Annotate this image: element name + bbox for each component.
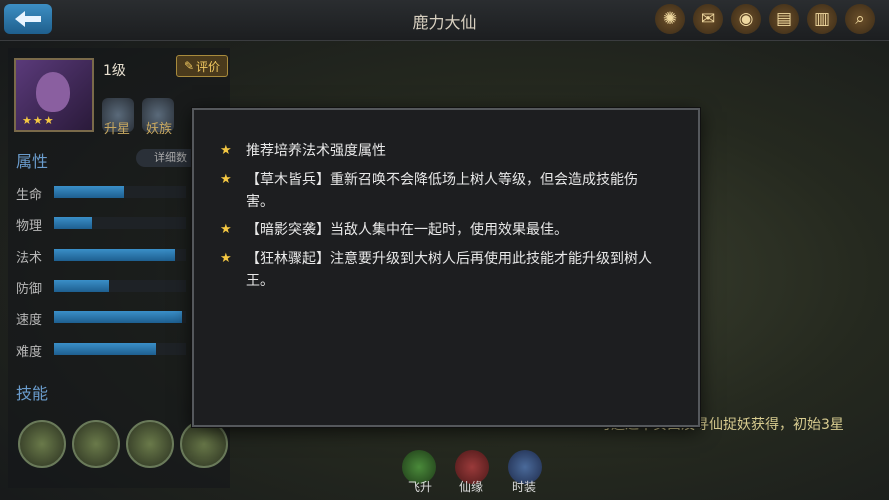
attr-fill	[54, 186, 124, 198]
attr-bar-defense	[54, 280, 186, 292]
star-icon: ★	[220, 143, 232, 158]
skill-1-icon[interactable]	[18, 420, 66, 468]
top-icons: ✺ ✉ ◉ ▤ ▥ ⌕	[655, 4, 875, 34]
immortal-label: 仙缘	[459, 480, 484, 494]
attr-fill	[54, 343, 156, 355]
attr-fill	[54, 280, 110, 292]
search-icon[interactable]: ⌕	[845, 4, 875, 34]
document-icon[interactable]: ▤	[769, 4, 799, 34]
attr-label-magic: 法术	[16, 251, 43, 266]
race-label: 妖族	[146, 122, 173, 137]
star-icon: ★	[220, 251, 232, 266]
skill-3-icon[interactable]	[126, 420, 174, 468]
tip-text: 【狂林骤起】注意要升级到大树人后再使用此技能才能升级到树人王。	[246, 251, 652, 289]
top-bar: 鹿力大仙 ✺ ✉ ◉ ▤ ▥ ⌕	[0, 0, 889, 41]
attr-label-physical: 物理	[16, 219, 43, 234]
attr-fill	[54, 217, 93, 229]
edit-icon: ✎	[183, 59, 195, 73]
star-up-label: 升星	[104, 122, 131, 137]
tip-text: 【暗影突袭】当敌人集中在一起时，使用效果最佳。	[246, 222, 568, 238]
attr-label-speed: 速度	[16, 313, 43, 328]
book-icon[interactable]: ▥	[807, 4, 837, 34]
hero-level: 1级	[103, 63, 126, 79]
hero-face-image	[36, 72, 70, 112]
tip-item: ★ 【狂林骤起】注意要升级到大树人后再使用此技能才能升级到树人王。	[220, 248, 664, 292]
attributes-title: 属性	[16, 152, 49, 171]
tip-item: ★ 推荐培养法术强度属性	[220, 140, 664, 162]
scroll-icon[interactable]: ✉	[693, 4, 723, 34]
rate-label: 评价	[196, 59, 221, 74]
attr-label-hp: 生命	[16, 188, 43, 203]
tip-item: ★ 【暗影突袭】当敌人集中在一起时，使用效果最佳。	[220, 219, 664, 241]
skill-4-icon[interactable]	[180, 420, 228, 468]
hero-stars: ★★★	[22, 114, 55, 127]
attr-bar-hp	[54, 186, 186, 198]
coin-icon[interactable]: ◉	[731, 4, 761, 34]
tip-text: 推荐培养法术强度属性	[246, 143, 386, 159]
fly-up-label: 飞升	[408, 480, 433, 494]
attr-fill	[54, 249, 176, 261]
attr-label-difficulty: 难度	[16, 345, 43, 360]
seal-icon[interactable]: ✺	[655, 4, 685, 34]
attr-fill	[54, 311, 183, 323]
skills-title: 技能	[16, 384, 49, 403]
attr-bar-speed	[54, 311, 186, 323]
tip-item: ★ 【草木皆兵】重新召唤不会降低场上树人等级，但会造成技能伤害。	[220, 169, 664, 213]
tips-dialog: ★ 推荐培养法术强度属性 ★ 【草木皆兵】重新召唤不会降低场上树人等级，但会造成…	[192, 108, 700, 427]
star-icon: ★	[220, 222, 232, 237]
attr-bar-physical	[54, 217, 186, 229]
skill-2-icon[interactable]	[72, 420, 120, 468]
fashion-label: 时装	[512, 480, 537, 494]
attr-bar-difficulty	[54, 343, 186, 355]
attr-label-defense: 防御	[16, 282, 43, 297]
rate-button[interactable]: ✎ 评价	[176, 55, 228, 77]
attr-bar-magic	[54, 249, 186, 261]
tip-text: 【草木皆兵】重新召唤不会降低场上树人等级，但会造成技能伤害。	[246, 172, 638, 210]
star-icon: ★	[220, 172, 232, 187]
